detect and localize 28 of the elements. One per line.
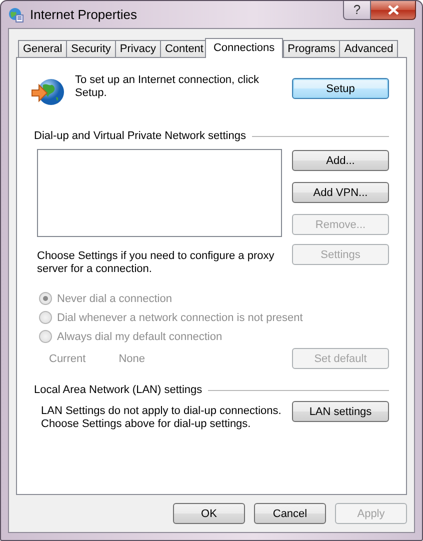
help-button[interactable]: ?: [343, 1, 371, 20]
cancel-button[interactable]: Cancel: [254, 503, 326, 524]
setup-description: To set up an Internet connection, click Setup.: [75, 74, 260, 100]
tab[interactable]: Programs: [282, 40, 340, 57]
tab[interactable]: Connections: [205, 38, 283, 58]
current-value: None: [118, 352, 145, 364]
add-button[interactable]: Add...: [292, 150, 389, 171]
proxy-description: Choose Settings if you need to configure a proxy server for a connection.: [37, 250, 274, 276]
connection-list[interactable]: [37, 149, 282, 237]
radio-label: Dial whenever a network connection is not present: [57, 312, 303, 324]
setup-button[interactable]: Setup: [292, 78, 389, 99]
radio-label: Always dial my default connection: [57, 330, 222, 342]
section-heading: Dial-up and Virtual Private Network settings: [34, 130, 246, 142]
tab[interactable]: Advanced: [339, 40, 398, 57]
tab[interactable]: Security: [66, 40, 116, 57]
ok-button[interactable]: OK: [173, 503, 245, 524]
close-icon: [388, 5, 398, 15]
add-vpn-button[interactable]: Add VPN...: [292, 182, 389, 203]
tab[interactable]: Privacy: [114, 40, 161, 57]
section-heading: Local Area Network (LAN) settings: [34, 384, 202, 396]
radio-label: Never dial a connection: [57, 292, 172, 304]
close-button[interactable]: [371, 1, 416, 20]
window-title: Internet Properties: [30, 7, 137, 22]
globe-icon: [8, 6, 24, 22]
lan-description: LAN Settings do not apply to dial-up connections. Choose Settings above for dial-up settings.: [41, 405, 282, 431]
current-label: Current: [49, 352, 86, 364]
tab[interactable]: General: [18, 40, 68, 57]
lan-settings-button[interactable]: LAN settings: [292, 401, 389, 422]
